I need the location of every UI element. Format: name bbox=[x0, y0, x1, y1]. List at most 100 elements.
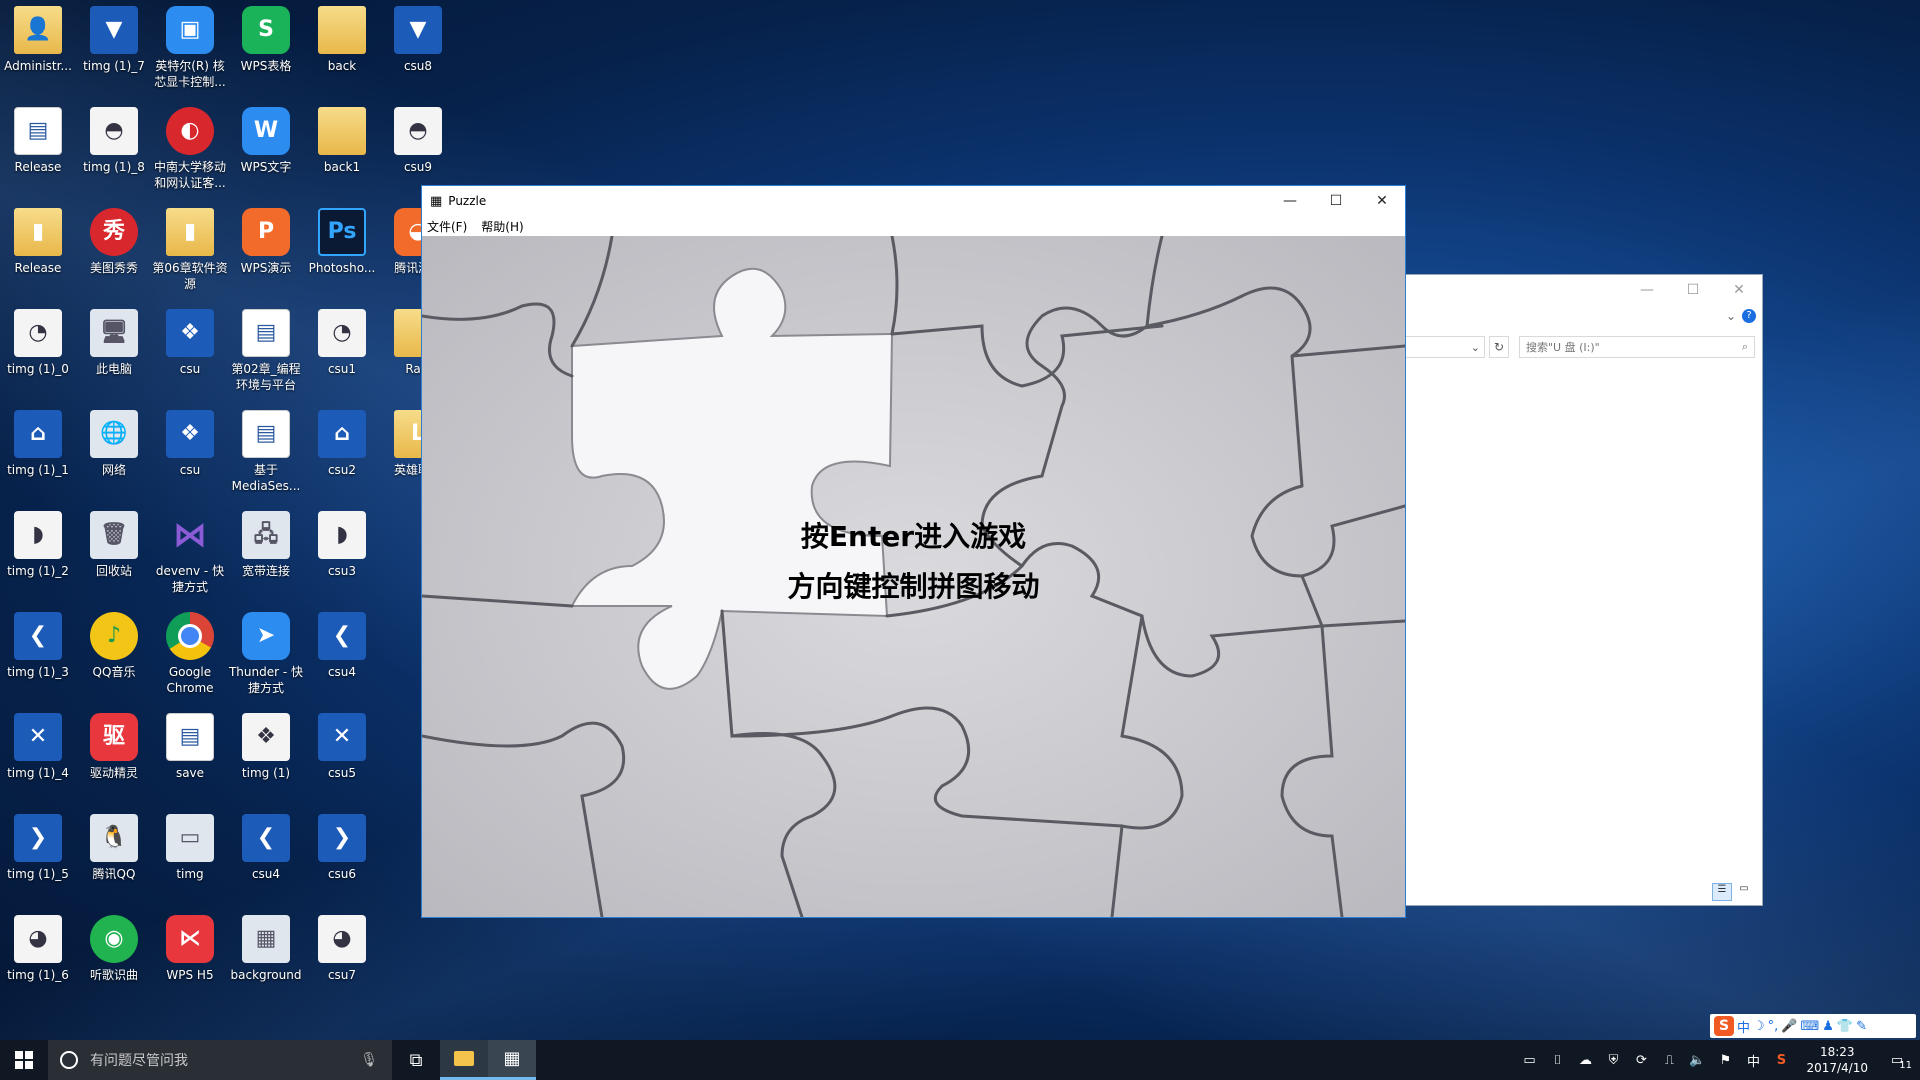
desktop-icon[interactable]: ⋈ devenv - 快捷方式 bbox=[152, 507, 228, 595]
desktop-icon[interactable]: ▮ Release bbox=[0, 204, 76, 276]
desktop-icon[interactable]: ⋉ WPS H5 bbox=[152, 911, 228, 983]
explorer-search-input[interactable]: 搜索"U 盘 (I:)" ⌕ bbox=[1519, 336, 1755, 358]
desktop-icon[interactable]: ❯ timg (1)_5 bbox=[0, 810, 76, 882]
desktop-icon[interactable]: ◔ timg (1)_0 bbox=[0, 305, 76, 377]
desktop-icon[interactable]: 驱驱动精灵 bbox=[76, 709, 152, 781]
desktop-icon[interactable]: ▭ timg bbox=[152, 810, 228, 882]
ime-chinese-mode[interactable]: 中 bbox=[1737, 1017, 1750, 1036]
cortana-search-box[interactable]: 有问题尽管问我 🎙 bbox=[48, 1040, 392, 1080]
maximize-button[interactable]: ☐ bbox=[1313, 186, 1359, 216]
tray-security-icon[interactable]: ⛨ bbox=[1602, 1049, 1624, 1071]
desktop-icon[interactable]: ▦ background bbox=[228, 911, 304, 983]
menu-help[interactable]: 帮助(H) bbox=[481, 218, 523, 235]
puzzle-taskbar-button[interactable]: ▦ bbox=[488, 1040, 536, 1080]
explorer-maximize-button[interactable]: ☐ bbox=[1670, 275, 1716, 305]
desktop-icon[interactable]: 🖧 宽带连接 bbox=[228, 507, 304, 579]
desktop-icon[interactable]: ⌂ csu2 bbox=[304, 406, 380, 478]
menu-file[interactable]: 文件(F) bbox=[427, 218, 467, 235]
desktop-icon[interactable]: ▤ 基于MediaSes... bbox=[228, 406, 304, 494]
desktop-icon[interactable]: ▤ Release bbox=[0, 103, 76, 175]
desktop-icon[interactable]: ✕ csu5 bbox=[304, 709, 380, 781]
desktop-icon[interactable]: 👤 Administr... bbox=[0, 2, 76, 74]
desktop-icon-label: 中南大学移动和网认证客... bbox=[153, 160, 226, 190]
desktop-icon[interactable]: 🖥 此电脑 bbox=[76, 305, 152, 377]
puzzle-titlebar[interactable]: ▦ Puzzle — ☐ ✕ bbox=[422, 186, 1405, 216]
desktop-icon[interactable]: ◐ 中南大学移动和网认证客... bbox=[152, 103, 228, 191]
desktop-icon[interactable]: ◕ csu7 bbox=[304, 911, 380, 983]
ime-user-icon[interactable]: ♟ bbox=[1822, 1019, 1834, 1034]
sogou-tray-icon[interactable]: S bbox=[1770, 1049, 1792, 1071]
desktop-icon[interactable]: ❖ csu bbox=[152, 305, 228, 377]
tray-usb-icon[interactable]: ⌷ bbox=[1546, 1049, 1568, 1071]
explorer-close-button[interactable]: ✕ bbox=[1716, 275, 1762, 305]
desktop-icon[interactable]: ⌂ timg (1)_1 bbox=[0, 406, 76, 478]
start-button[interactable] bbox=[0, 1040, 48, 1080]
desktop-icon[interactable]: S WPS表格 bbox=[228, 2, 304, 74]
desktop-icon[interactable]: back bbox=[304, 2, 380, 74]
explorer-minimize-button[interactable]: — bbox=[1624, 275, 1670, 305]
desktop-icon[interactable]: 秀美图秀秀 bbox=[76, 204, 152, 276]
desktop-icon[interactable]: ◗ csu3 bbox=[304, 507, 380, 579]
file-explorer-taskbar-button[interactable] bbox=[440, 1040, 488, 1080]
desktop-icon[interactable]: ◓ csu9 bbox=[380, 103, 456, 175]
task-view-button[interactable]: ⧉ bbox=[392, 1040, 440, 1080]
desktop-icon[interactable]: Google Chrome bbox=[152, 608, 228, 696]
desktop-icon[interactable]: ❖ timg (1) bbox=[228, 709, 304, 781]
desktop-icon[interactable]: ▼ timg (1)_7 bbox=[76, 2, 152, 74]
microphone-icon[interactable]: 🎙 bbox=[360, 1052, 392, 1068]
ime-moon-icon[interactable]: ☽ bbox=[1753, 1019, 1765, 1034]
ime-toolbar[interactable]: S 中 ☽ °, 🎤 ⌨ ♟ 👕 ✎ bbox=[1710, 1014, 1916, 1038]
desktop-icon[interactable]: P WPS演示 bbox=[228, 204, 304, 276]
tray-network-icon[interactable]: ⎍ bbox=[1658, 1049, 1680, 1071]
explorer-window[interactable]: — ☐ ✕ ⌄ ? ⌄ ↻ 搜索"U 盘 (I:)" ⌕ ☰ ▭ bbox=[1400, 274, 1763, 906]
ime-punct-icon[interactable]: °, bbox=[1768, 1019, 1779, 1034]
help-icon[interactable]: ? bbox=[1742, 309, 1756, 323]
desktop-icon[interactable]: W WPS文字 bbox=[228, 103, 304, 175]
volume-icon[interactable]: 🔈 bbox=[1686, 1049, 1708, 1071]
desktop-icon[interactable]: ❯ csu6 bbox=[304, 810, 380, 882]
tray-device-icon[interactable]: ▭ bbox=[1518, 1049, 1540, 1071]
desktop-icon[interactable]: back1 bbox=[304, 103, 380, 175]
desktop-icon[interactable]: ❮ csu4 bbox=[304, 608, 380, 680]
desktop-icon[interactable]: ▤ save bbox=[152, 709, 228, 781]
input-language[interactable]: 中 bbox=[1742, 1049, 1764, 1071]
desktop-icon[interactable]: Ps Photosho... bbox=[304, 204, 380, 276]
clock[interactable]: 18:23 2017/4/10 bbox=[1798, 1044, 1876, 1076]
desktop-icon[interactable]: ❮ timg (1)_3 bbox=[0, 608, 76, 680]
desktop-icon[interactable]: ❖ csu bbox=[152, 406, 228, 478]
ime-skin-icon[interactable]: 👕 bbox=[1837, 1019, 1853, 1034]
action-center-button[interactable]: ▭ 11 bbox=[1882, 1049, 1912, 1072]
minimize-button[interactable]: — bbox=[1267, 186, 1313, 216]
large-icons-view-icon[interactable]: ▭ bbox=[1734, 883, 1754, 901]
refresh-icon[interactable]: ↻ bbox=[1489, 336, 1509, 358]
desktop-item-icon: ▤ bbox=[242, 309, 290, 357]
desktop-icon[interactable]: ▮ 第06章软件资源 bbox=[152, 204, 228, 292]
details-view-icon[interactable]: ☰ bbox=[1712, 883, 1732, 901]
desktop-icon[interactable]: ▤ 第02章_编程环境与平台 bbox=[228, 305, 304, 393]
desktop-icon[interactable]: ♪ QQ音乐 bbox=[76, 608, 152, 680]
puzzle-board[interactable]: 按Enter进入游戏 方向键控制拼图移动 bbox=[422, 236, 1405, 917]
desktop-icon[interactable]: 🌐 网络 bbox=[76, 406, 152, 478]
expand-ribbon-icon[interactable]: ⌄ bbox=[1726, 309, 1736, 323]
desktop-icon[interactable]: ➤ Thunder - 快捷方式 bbox=[228, 608, 304, 696]
desktop-icon[interactable]: ◔ csu1 bbox=[304, 305, 380, 377]
desktop-icon[interactable]: ❮ csu4 bbox=[228, 810, 304, 882]
desktop-icon[interactable]: ✕ timg (1)_4 bbox=[0, 709, 76, 781]
desktop-icon[interactable]: ▣ 英特尔(R) 核芯显卡控制... bbox=[152, 2, 228, 90]
address-bar[interactable]: ⌄ bbox=[1401, 336, 1485, 358]
desktop-icon[interactable]: ◉ 听歌识曲 bbox=[76, 911, 152, 983]
ime-tools-icon[interactable]: ✎ bbox=[1856, 1019, 1867, 1034]
tray-sync-icon[interactable]: ⟳ bbox=[1630, 1049, 1652, 1071]
puzzle-window[interactable]: ▦ Puzzle — ☐ ✕ 文件(F) 帮助(H) 按Enter进入游戏 方向… bbox=[421, 185, 1406, 918]
close-button[interactable]: ✕ bbox=[1359, 186, 1405, 216]
desktop-icon[interactable]: ▼ csu8 bbox=[380, 2, 456, 74]
ime-mic-icon[interactable]: 🎤 bbox=[1781, 1019, 1797, 1034]
tray-cloud-icon[interactable]: ☁ bbox=[1574, 1049, 1596, 1071]
desktop-icon[interactable]: 🐧 腾讯QQ bbox=[76, 810, 152, 882]
desktop-icon[interactable]: 🗑 回收站 bbox=[76, 507, 152, 579]
desktop-icon[interactable]: ◗ timg (1)_2 bbox=[0, 507, 76, 579]
ime-keyboard-icon[interactable]: ⌨ bbox=[1801, 1019, 1820, 1034]
desktop-icon[interactable]: ◓ timg (1)_8 bbox=[76, 103, 152, 175]
desktop-icon[interactable]: ◕ timg (1)_6 bbox=[0, 911, 76, 983]
tray-flag-icon[interactable]: ⚑ bbox=[1714, 1049, 1736, 1071]
